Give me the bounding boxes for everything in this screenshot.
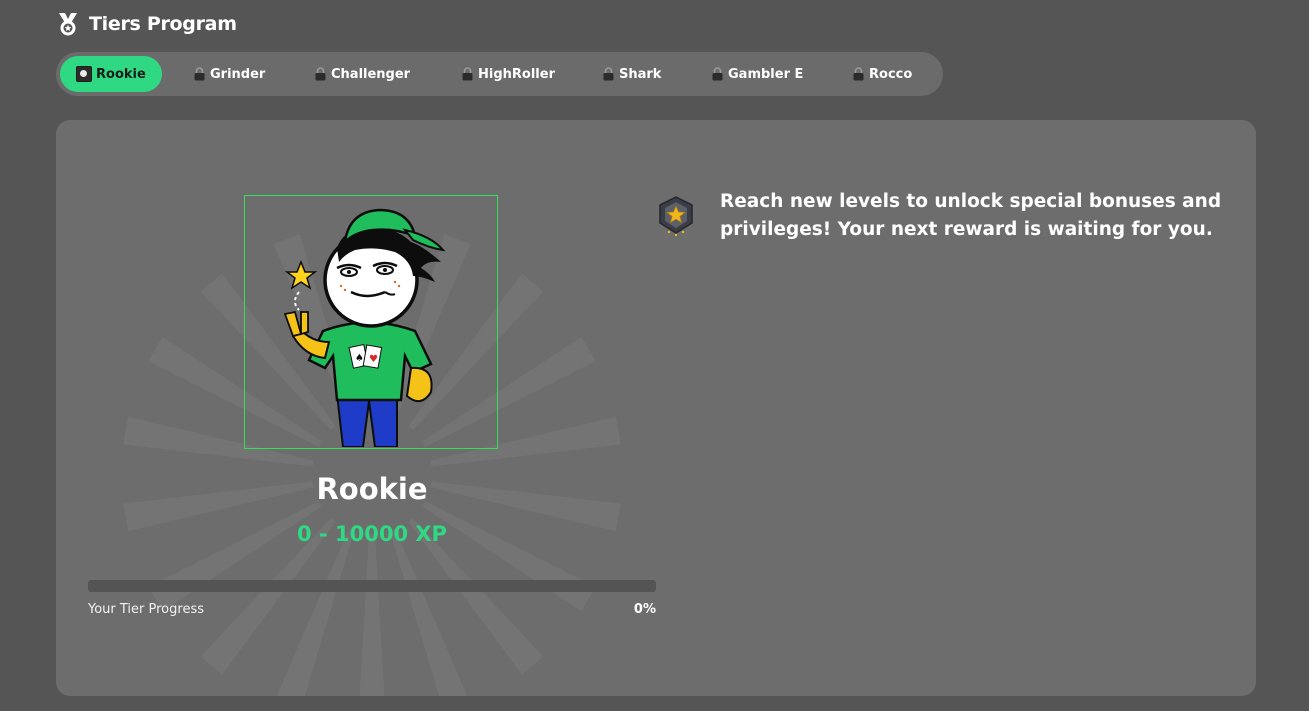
tier-portrait: ♠ ♥	[244, 195, 498, 449]
tier-card: ♠ ♥ Rookie 0 - 10000 XP Your Tier Progre…	[56, 120, 1256, 696]
medal-icon	[59, 13, 77, 36]
page-title: Tiers Program	[89, 13, 237, 35]
lock-icon	[315, 67, 326, 81]
tier-progress-value: 0%	[633, 602, 656, 617]
page-header: Tiers Program	[55, 10, 237, 38]
star-badge-icon	[659, 196, 693, 237]
tier-name: Rookie	[316, 472, 428, 506]
tab-label: Shark	[619, 66, 662, 82]
tab-gambler-e[interactable]: Gambler E	[711, 56, 803, 92]
tab-label: HighRoller	[478, 66, 555, 82]
lock-icon	[603, 67, 614, 81]
tab-shark[interactable]: Shark	[602, 56, 661, 92]
rookie-character-icon: ♠ ♥	[283, 208, 446, 448]
tier-progress-bar	[88, 580, 656, 592]
lock-icon	[194, 67, 205, 81]
lock-icon	[853, 67, 864, 81]
tab-label: Challenger	[331, 66, 411, 82]
tier-xp-range: 0 - 10000 XP	[297, 522, 447, 546]
tab-label: Rocco	[869, 66, 913, 82]
lock-icon	[712, 67, 723, 81]
tier-progress-label: Your Tier Progress	[88, 602, 204, 617]
rookie-tier-icon	[76, 66, 92, 82]
tab-label: Rookie	[96, 66, 146, 82]
svg-text:♠: ♠	[355, 353, 364, 364]
tab-grinder[interactable]: Grinder	[193, 56, 265, 92]
lock-icon	[462, 67, 473, 81]
tab-rookie[interactable]: Rookie	[60, 56, 162, 92]
tab-label: Grinder	[210, 66, 266, 82]
tier-info-text: Reach new levels to unlock special bonus…	[720, 191, 1222, 240]
tier-tabs: Rookie Grinder Challenger HighRoller Sha…	[56, 52, 943, 96]
tab-challenger[interactable]: Challenger	[314, 56, 410, 92]
tab-rocco[interactable]: Rocco	[852, 56, 912, 92]
tab-label: Gambler E	[728, 66, 804, 82]
tab-highroller[interactable]: HighRoller	[461, 56, 555, 92]
svg-text:♥: ♥	[369, 354, 378, 365]
